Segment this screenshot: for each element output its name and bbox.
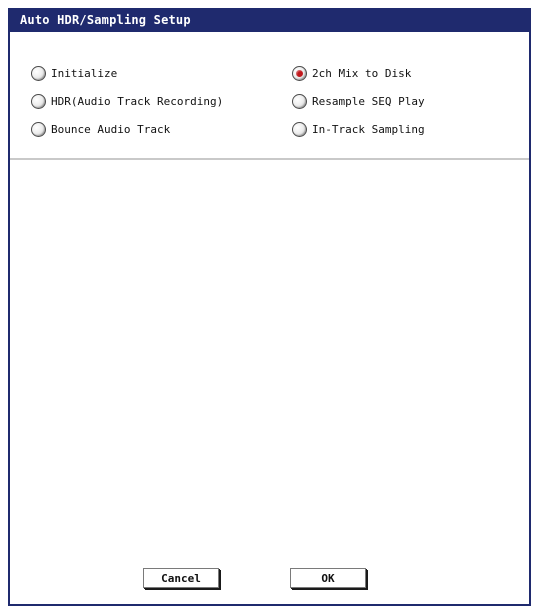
- radio-label-hdr: HDR(Audio Track Recording): [51, 94, 224, 108]
- ok-button[interactable]: OK: [290, 568, 366, 588]
- radio-label-2ch-mix: 2ch Mix to Disk: [312, 66, 412, 80]
- radio-in-track-sampling[interactable]: In-Track Sampling: [292, 120, 425, 138]
- auto-hdr-sampling-dialog: Auto HDR/Sampling Setup Initialize HDR(A…: [8, 8, 531, 606]
- radio-hdr-audio-track-recording[interactable]: HDR(Audio Track Recording): [31, 92, 223, 110]
- dialog-title: Auto HDR/Sampling Setup: [10, 8, 529, 32]
- radio-label-initialize: Initialize: [51, 66, 118, 80]
- radio-circle-icon: [292, 65, 307, 81]
- radio-label-in-track: In-Track Sampling: [312, 122, 425, 136]
- radio-resample-seq-play[interactable]: Resample SEQ Play: [292, 92, 425, 110]
- cancel-button[interactable]: Cancel: [143, 568, 219, 588]
- content-area: Cancel OK: [10, 160, 529, 604]
- radio-2ch-mix-to-disk[interactable]: 2ch Mix to Disk: [292, 64, 411, 82]
- radio-bounce-audio-track[interactable]: Bounce Audio Track: [31, 120, 170, 138]
- radio-circle-icon: [292, 93, 307, 109]
- radio-label-resample: Resample SEQ Play: [312, 94, 425, 108]
- radio-circle-icon: [31, 65, 46, 81]
- radio-circle-icon: [292, 121, 307, 137]
- radio-circle-icon: [31, 121, 46, 137]
- options-group: Initialize HDR(Audio Track Recording) Bo…: [10, 32, 529, 160]
- radio-label-bounce: Bounce Audio Track: [51, 122, 171, 136]
- radio-circle-icon: [31, 93, 46, 109]
- radio-dot-icon: [296, 69, 303, 77]
- radio-initialize[interactable]: Initialize: [31, 64, 117, 82]
